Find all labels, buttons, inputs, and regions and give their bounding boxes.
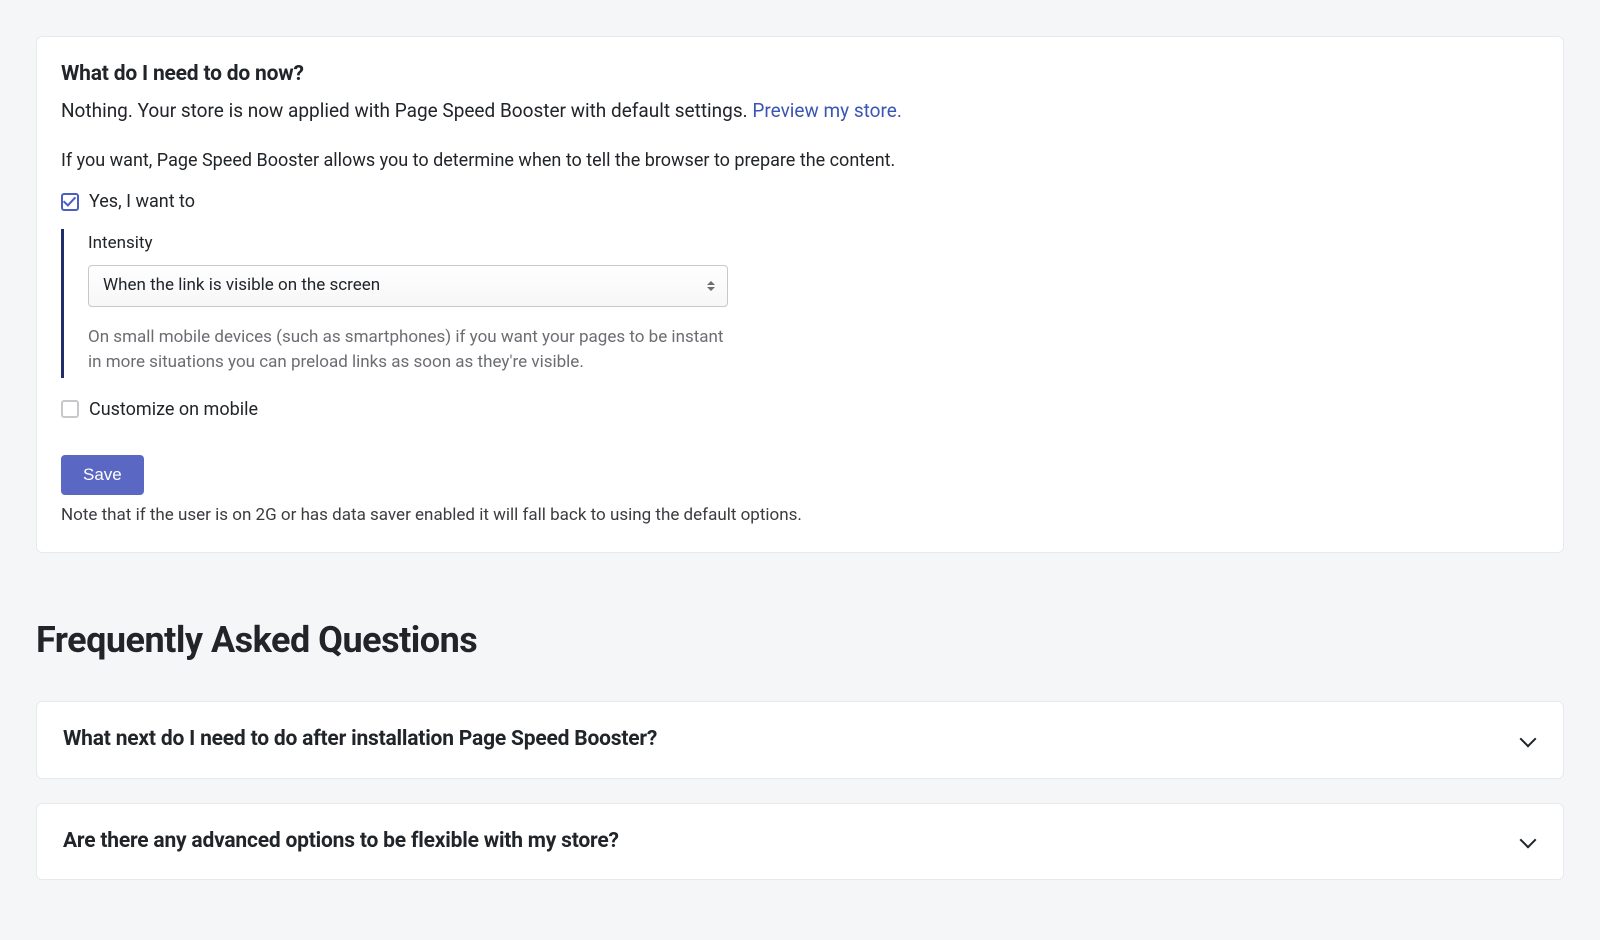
faq-item[interactable]: What next do I need to do after installa…: [36, 701, 1564, 779]
intensity-block: Intensity When the link is visible on th…: [61, 229, 801, 378]
preview-store-link[interactable]: Preview my store.: [752, 99, 901, 122]
intensity-select[interactable]: When the link is visible on the screen: [88, 265, 728, 307]
fallback-note: Note that if the user is on 2G or has da…: [61, 503, 1539, 529]
mobile-checkbox-row[interactable]: Customize on mobile: [61, 396, 1539, 423]
opt-in-label: Yes, I want to: [89, 188, 195, 215]
select-stepper-icon: [707, 281, 715, 291]
mobile-label: Customize on mobile: [89, 396, 258, 423]
sub-text: If you want, Page Speed Booster allows y…: [61, 147, 1539, 174]
chevron-down-icon: [1519, 832, 1537, 850]
checkbox-unchecked-icon: [61, 400, 79, 418]
faq-heading: Frequently Asked Questions: [36, 613, 1564, 667]
faq-question: What next do I need to do after installa…: [63, 724, 657, 756]
faq-question: Are there any advanced options to be fle…: [63, 826, 619, 858]
checkbox-checked-icon: [61, 193, 79, 211]
intensity-label: Intensity: [88, 231, 801, 257]
card-heading: What do I need to do now?: [61, 59, 1539, 91]
intro-text: Nothing. Your store is now applied with …: [61, 99, 752, 122]
opt-in-checkbox-row[interactable]: Yes, I want to: [61, 188, 1539, 215]
intro-line: Nothing. Your store is now applied with …: [61, 97, 1539, 126]
settings-card: What do I need to do now? Nothing. Your …: [36, 36, 1564, 553]
intensity-select-value: When the link is visible on the screen: [103, 273, 380, 299]
faq-item[interactable]: Are there any advanced options to be fle…: [36, 803, 1564, 881]
save-button[interactable]: Save: [61, 455, 144, 495]
intensity-help-text: On small mobile devices (such as smartph…: [88, 325, 728, 376]
chevron-down-icon: [1519, 731, 1537, 749]
